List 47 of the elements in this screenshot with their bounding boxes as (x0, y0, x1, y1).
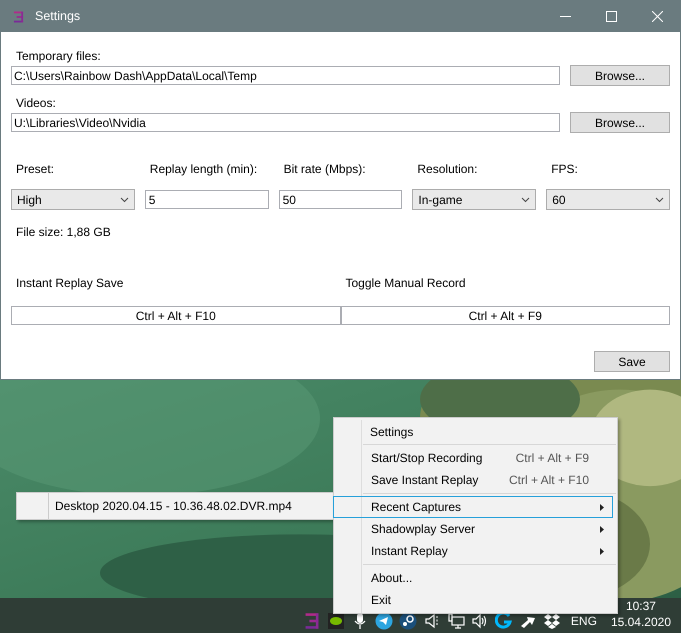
network-icon[interactable] (446, 612, 465, 630)
file-size-text: File size: 1,88 GB (15, 224, 112, 241)
maximize-icon (606, 11, 616, 22)
menu-item[interactable]: Settings (362, 421, 614, 443)
field-label: Videos: (15, 95, 57, 112)
browse-button[interactable]: Browse... (570, 112, 670, 133)
menu-item[interactable]: Save Instant Replay Ctrl + Alt + F10 (363, 469, 613, 491)
field-label: Preset: (15, 161, 56, 178)
minimize-icon (560, 16, 570, 17)
path-field[interactable]: U:\Libraries\Video\Nvidia (11, 113, 560, 132)
input-field[interactable]: 50 (278, 190, 402, 209)
app-logo-icon (302, 612, 321, 630)
menu-item[interactable]: Recent Captures (333, 496, 613, 518)
close-icon (652, 11, 662, 22)
hotkey-field[interactable]: Ctrl + Alt + F9 (340, 306, 670, 325)
hotkey-label: Toggle Manual Record (344, 275, 467, 292)
browse-button[interactable]: Browse... (570, 65, 670, 86)
hotkey-label: Instant Replay Save (15, 275, 124, 292)
input-field[interactable]: 5 (144, 190, 269, 209)
field-label: FPS: (550, 161, 579, 178)
dropdown[interactable]: In-game (412, 189, 536, 210)
field-label: Replay length (min): (148, 161, 258, 178)
menu-item[interactable]: Start/Stop Recording Ctrl + Alt + F9 (363, 447, 613, 469)
chevron-down-icon (521, 196, 530, 202)
shortcut-text: Ctrl + Alt + F9 (516, 450, 589, 467)
dropdown[interactable]: 60 (546, 189, 670, 210)
window-title: Settings (35, 8, 80, 26)
dropdown[interactable]: High (11, 189, 135, 210)
menu-item[interactable]: Shadowplay Server (363, 518, 613, 540)
path-field[interactable]: C:\Users\Rainbow Dash\AppData\Local\Temp (11, 66, 560, 85)
app-logo-icon (12, 10, 24, 24)
field-label: Temporary files: (15, 48, 102, 65)
menu-item[interactable]: Instant Replay (363, 540, 613, 562)
volume-icon[interactable] (470, 612, 489, 630)
language-indicator[interactable]: ENG (566, 612, 601, 630)
menu-item[interactable]: About... (363, 567, 613, 589)
field-label: Resolution: (416, 161, 478, 178)
tray-app-icon[interactable] (326, 612, 345, 630)
shortcut-text: Ctrl + Alt + F10 (508, 472, 589, 489)
save-button[interactable]: Save (594, 351, 670, 372)
dropbox-icon[interactable] (542, 612, 561, 630)
g-logo-icon[interactable] (494, 612, 513, 630)
field-label: Bit rate (Mbps): (282, 161, 367, 178)
chevron-down-icon (654, 196, 664, 202)
menu-item[interactable]: Exit (363, 589, 613, 611)
hotkey-field[interactable]: Ctrl + Alt + F10 (11, 306, 340, 325)
chevron-down-icon (120, 196, 129, 202)
